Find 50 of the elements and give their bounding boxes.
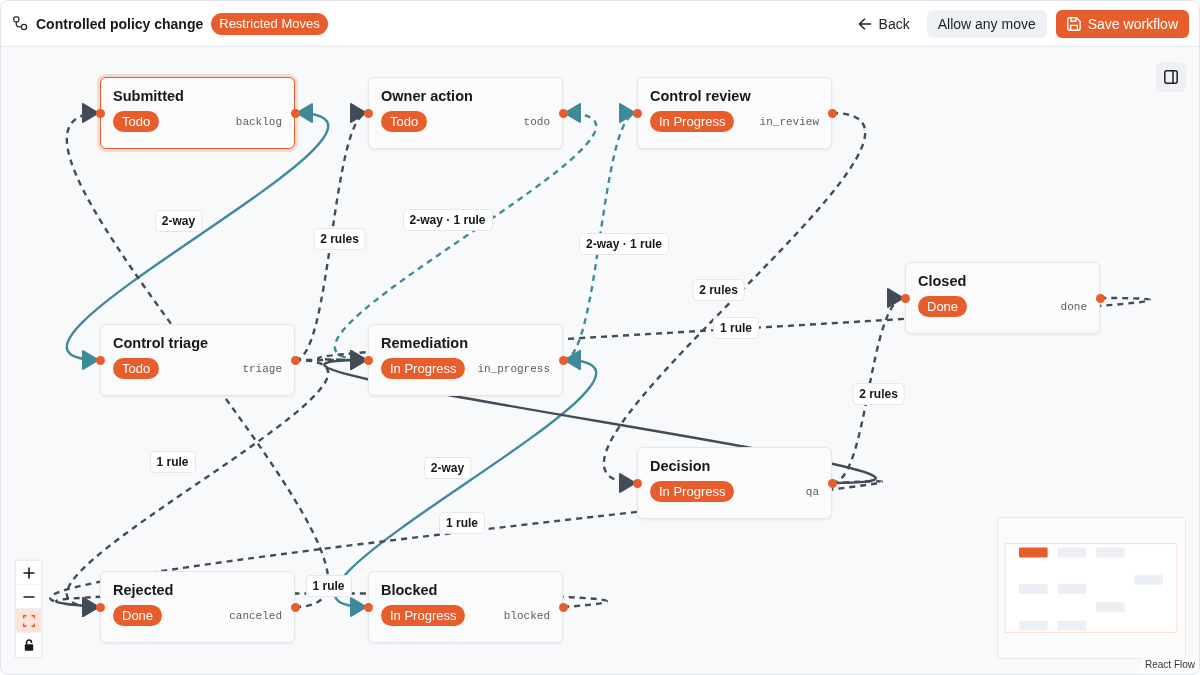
- edge-label: 2-way: [423, 456, 472, 479]
- node-title: Owner action: [381, 87, 474, 105]
- node-title: Control triage: [113, 334, 210, 352]
- handle-icon[interactable]: [558, 108, 568, 118]
- edge-label: 2 rules: [692, 279, 745, 301]
- handle-icon[interactable]: [290, 355, 300, 365]
- status-key: triage: [242, 362, 282, 375]
- edge-label: 2-way · 1 rule: [402, 208, 493, 231]
- status-key: todo: [523, 115, 550, 128]
- edge-label: 1 rule: [149, 450, 196, 473]
- workflow-title: Controlled policy change: [36, 15, 204, 32]
- fit-view-icon: [22, 614, 35, 627]
- node-title: Decision: [650, 457, 712, 475]
- status-badge: In Progress: [650, 111, 735, 132]
- panel-toggle-button[interactable]: [1156, 62, 1186, 92]
- node-title: Control review: [650, 87, 752, 105]
- handle-icon[interactable]: [827, 108, 837, 118]
- status-key: backlog: [235, 115, 282, 128]
- arrow-left-icon: [857, 16, 872, 31]
- status-key: in_review: [759, 115, 819, 128]
- state-node[interactable]: Control triage Todo triage: [100, 324, 295, 396]
- zoom-out-button[interactable]: [16, 585, 41, 609]
- zoom-in-button[interactable]: [16, 561, 41, 585]
- mode-badge: Restricted Moves: [211, 12, 328, 35]
- status-badge: Todo: [381, 111, 428, 132]
- handle-icon[interactable]: [632, 108, 642, 118]
- handle-icon[interactable]: [363, 108, 373, 118]
- workflow-icon: [13, 16, 28, 31]
- status-badge: Todo: [113, 358, 160, 379]
- handle-icon[interactable]: [95, 355, 105, 365]
- node-title: Submitted: [113, 87, 185, 105]
- edge-label: 2 rules: [313, 227, 366, 250]
- state-node[interactable]: Submitted Todo backlog: [100, 77, 295, 149]
- edge-label: 2 rules: [852, 382, 905, 405]
- status-badge: Todo: [113, 111, 160, 132]
- allow-move-button[interactable]: Allow any move: [926, 9, 1047, 38]
- lock-button[interactable]: [16, 633, 41, 657]
- save-icon: [1066, 16, 1081, 31]
- node-title: Closed: [918, 272, 968, 290]
- lock-icon: [22, 639, 35, 651]
- handle-icon[interactable]: [95, 108, 105, 118]
- edge-label: 2-way · 1 rule: [579, 232, 669, 255]
- handle-icon[interactable]: [290, 108, 300, 118]
- back-button[interactable]: Back: [849, 9, 918, 38]
- plus-icon: [22, 566, 35, 579]
- state-node[interactable]: Control review In Progress in_review: [637, 77, 832, 149]
- state-node[interactable]: Owner action Todo todo: [368, 77, 563, 149]
- edge-label: 2-way: [154, 209, 203, 232]
- panel-icon: [1164, 70, 1178, 84]
- attribution-link[interactable]: React Flow: [1141, 656, 1199, 674]
